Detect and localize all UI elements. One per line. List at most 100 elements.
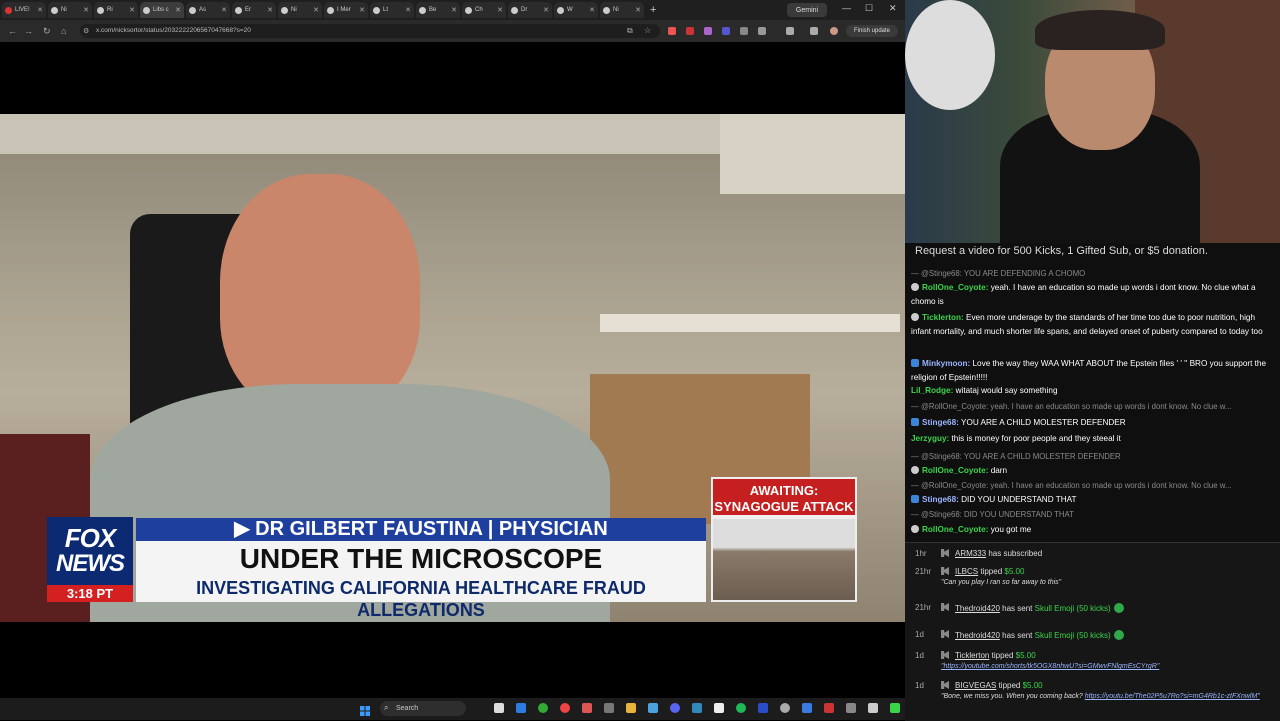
- extensions-puzzle-icon[interactable]: [758, 27, 766, 35]
- browser-tab[interactable]: Lt ✕: [370, 2, 414, 18]
- tab-close-icon[interactable]: ✕: [221, 6, 227, 14]
- site-info-icon[interactable]: ⚙: [83, 27, 89, 35]
- app-icon[interactable]: [802, 703, 812, 713]
- tab-close-icon[interactable]: ✕: [175, 6, 181, 14]
- file-explorer-icon[interactable]: [626, 703, 636, 713]
- event-text: ARM333 has subscribed: [955, 549, 1042, 558]
- finish-update-button[interactable]: Finish update: [846, 25, 898, 37]
- event-action: tipped: [978, 567, 1005, 576]
- app-icon[interactable]: [648, 703, 658, 713]
- app-icon[interactable]: [692, 703, 702, 713]
- event-username[interactable]: Thedroid420: [955, 631, 1000, 640]
- browser-tab[interactable]: Dr ✕: [508, 2, 552, 18]
- extension-icon[interactable]: [740, 27, 748, 35]
- tab-label: Ni: [61, 7, 67, 13]
- tab-close-icon[interactable]: ✕: [543, 6, 549, 14]
- tab-favicon-icon: [419, 6, 426, 14]
- install-icon[interactable]: ⧉: [627, 26, 633, 36]
- chyron-name: ▶ DR GILBERT FAUSTINA | PHYSICIAN: [136, 518, 706, 541]
- app-icon[interactable]: [824, 703, 834, 713]
- tab-close-icon[interactable]: ✕: [37, 6, 43, 14]
- chat-reply-context: — @RollOne_Coyote: yeah. I have an educa…: [911, 400, 1273, 414]
- chat-username[interactable]: RollOne_Coyote:: [922, 466, 988, 475]
- tab-close-icon[interactable]: ✕: [313, 6, 319, 14]
- tab-close-icon[interactable]: ✕: [589, 6, 595, 14]
- chat-username[interactable]: Stinge68:: [922, 418, 959, 427]
- chat-username[interactable]: RollOne_Coyote:: [922, 283, 988, 292]
- app-icon[interactable]: [604, 703, 614, 713]
- chat-username[interactable]: Stinge68:: [922, 495, 959, 504]
- close-window-icon[interactable]: ✕: [889, 3, 897, 14]
- browser-tab[interactable]: Be ✕: [416, 2, 460, 18]
- chrome-icon[interactable]: [560, 703, 570, 713]
- tab-close-icon[interactable]: ✕: [451, 6, 457, 14]
- tip-message: "Bone, we miss you. When you coming back…: [941, 692, 1271, 701]
- tab-close-icon[interactable]: ✕: [83, 6, 89, 14]
- app-icon[interactable]: [714, 703, 724, 713]
- chat-username[interactable]: Lil_Rodge:: [911, 386, 953, 395]
- profile-avatar-icon[interactable]: [830, 27, 838, 35]
- extension-icon[interactable]: [686, 27, 694, 35]
- extension-icon[interactable]: [668, 27, 676, 35]
- event-username[interactable]: ARM333: [955, 549, 986, 558]
- maximize-icon[interactable]: ☐: [865, 3, 873, 14]
- browser-tab[interactable]: Ch ✕: [462, 2, 506, 18]
- tip-link[interactable]: "https://youtube.com/shorts/tk5OGX8nhwU?…: [941, 663, 1159, 670]
- chat-username[interactable]: Ticklerton:: [922, 313, 964, 322]
- browser-tab[interactable]: Libs c ✕: [140, 2, 184, 18]
- browser-tab[interactable]: W ✕: [554, 2, 598, 18]
- chat-username[interactable]: RollOne_Coyote:: [922, 525, 988, 534]
- spotify-icon[interactable]: [736, 703, 746, 713]
- forward-icon[interactable]: →: [24, 26, 33, 36]
- app-icon[interactable]: [758, 703, 768, 713]
- kick-icon[interactable]: [890, 703, 900, 713]
- event-username[interactable]: Ticklerton: [955, 651, 989, 660]
- kick-event-icon: [941, 681, 949, 689]
- new-tab-icon[interactable]: +: [650, 4, 656, 16]
- discord-icon[interactable]: [670, 703, 680, 713]
- tab-close-icon[interactable]: ✕: [405, 6, 411, 14]
- event-action: tipped: [996, 681, 1023, 690]
- tip-link[interactable]: https://youtu.be/The02P5u7Ro?si=mG4Rb1c-…: [1085, 693, 1260, 700]
- tab-close-icon[interactable]: ✕: [635, 6, 641, 14]
- bookmark-star-icon[interactable]: ☆: [644, 26, 651, 35]
- event-username[interactable]: Thedroid420: [955, 604, 1000, 613]
- event-username[interactable]: BIGVEGAS: [955, 681, 996, 690]
- app-icon[interactable]: [780, 703, 790, 713]
- tab-close-icon[interactable]: ✕: [497, 6, 503, 14]
- chat-username[interactable]: Jerzyguy:: [911, 434, 949, 443]
- windows-start-icon[interactable]: [360, 703, 370, 716]
- browser-tab[interactable]: Ri ✕: [94, 2, 138, 18]
- edge-icon[interactable]: [516, 703, 526, 713]
- extension-icon[interactable]: [722, 27, 730, 35]
- app-icon[interactable]: [582, 703, 592, 713]
- extension-icon[interactable]: [704, 27, 712, 35]
- browser-tab[interactable]: As ✕: [186, 2, 230, 18]
- home-icon[interactable]: ⌂: [61, 26, 66, 36]
- url-field[interactable]: x.com/nicksortor/status/2032222206567047…: [80, 24, 660, 38]
- chat-message: Jerzyguy: this is money for poor people …: [911, 432, 1273, 446]
- tab-close-icon[interactable]: ✕: [129, 6, 135, 14]
- app-icon[interactable]: [846, 703, 856, 713]
- chrome-icon[interactable]: [538, 703, 548, 713]
- minimize-icon[interactable]: —: [842, 3, 851, 13]
- task-view-icon[interactable]: [494, 703, 504, 713]
- chat-username[interactable]: Minkymoon:: [922, 359, 970, 368]
- browser-tab[interactable]: Er ✕: [232, 2, 276, 18]
- browser-tab[interactable]: LIVE! ✕: [2, 2, 46, 18]
- tab-close-icon[interactable]: ✕: [267, 6, 273, 14]
- tip-amount: $5.00: [1022, 681, 1043, 690]
- browser-tab[interactable]: Ni ✕: [48, 2, 92, 18]
- reload-icon[interactable]: ↻: [43, 26, 51, 37]
- app-icon[interactable]: [868, 703, 878, 713]
- back-icon[interactable]: ←: [8, 26, 17, 36]
- event-username[interactable]: ILBCS: [955, 567, 978, 576]
- browser-tab[interactable]: I Mer ✕: [324, 2, 368, 18]
- gemini-button[interactable]: Gemini: [787, 3, 827, 17]
- browser-tab[interactable]: Ni ✕: [600, 2, 644, 18]
- sidebar-icon[interactable]: [786, 27, 794, 35]
- downloads-icon[interactable]: [810, 27, 818, 35]
- tab-close-icon[interactable]: ✕: [359, 6, 365, 14]
- browser-tab[interactable]: Ni ✕: [278, 2, 322, 18]
- taskbar-search[interactable]: Search: [380, 701, 466, 716]
